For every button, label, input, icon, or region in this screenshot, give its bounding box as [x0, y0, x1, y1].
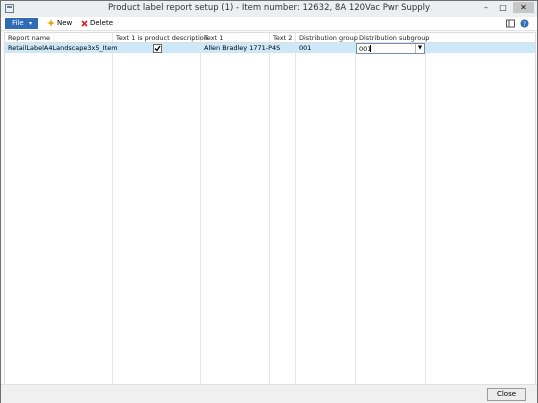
new-button-label: New	[57, 19, 73, 27]
cell-text1[interactable]: Allen Bradley 1771-P4S	[204, 44, 280, 52]
grid-header: Report name Text 1 is product descriptio…	[5, 33, 535, 43]
column-header-distribution-subgroup[interactable]: Distribution subgroup	[359, 34, 430, 42]
delete-x-icon	[81, 19, 88, 27]
file-menu-button[interactable]: File ▾	[5, 18, 38, 29]
column-header-distribution-group[interactable]: Distribution group	[299, 34, 358, 42]
checkmark-icon	[154, 45, 161, 52]
new-button[interactable]: New	[47, 18, 72, 29]
column-divider	[112, 33, 113, 384]
footer-bar: Close	[1, 384, 537, 403]
grid-layout-icon[interactable]	[506, 18, 515, 29]
close-button[interactable]: Close	[487, 388, 526, 401]
maximize-button[interactable]: □	[496, 2, 510, 13]
column-header-text2[interactable]: Text 2	[273, 34, 292, 42]
distribution-subgroup-field[interactable]: 001 ▼	[356, 43, 425, 54]
delete-button[interactable]: Delete	[81, 18, 113, 29]
delete-button-label: Delete	[90, 19, 113, 27]
cell-report-name[interactable]: RetailLabelA4Landscape3x5_Item	[8, 44, 118, 52]
cell-distribution-group[interactable]: 001	[299, 44, 311, 52]
column-header-text1-is-product-description[interactable]: Text 1 is product description	[116, 34, 208, 42]
chevron-down-icon: ▾	[29, 20, 33, 27]
column-divider	[425, 33, 426, 384]
report-setup-grid: Report name Text 1 is product descriptio…	[4, 32, 536, 385]
column-header-text1[interactable]: Text 1	[204, 34, 223, 42]
minimize-button[interactable]: –	[479, 2, 493, 13]
action-pane: File ▾ New Delete ?	[1, 17, 537, 31]
product-description-checkbox[interactable]	[153, 44, 162, 53]
close-window-button[interactable]: ✕	[513, 2, 534, 13]
new-sparkle-icon	[47, 19, 55, 27]
text-cursor	[370, 45, 371, 52]
title-bar: Product label report setup (1) - Item nu…	[1, 1, 537, 18]
column-divider	[200, 33, 201, 384]
column-divider	[355, 33, 356, 384]
chevron-down-icon[interactable]: ▼	[415, 44, 424, 53]
column-divider	[269, 33, 270, 384]
table-row[interactable]: RetailLabelA4Landscape3x5_Item Allen Bra…	[5, 43, 535, 54]
column-header-report-name[interactable]: Report name	[8, 34, 50, 42]
file-menu-label: File	[12, 19, 24, 27]
window-title: Product label report setup (1) - Item nu…	[107, 3, 431, 13]
svg-text:?: ?	[523, 21, 526, 28]
dialog-window: Product label report setup (1) - Item nu…	[0, 0, 538, 403]
column-divider	[295, 33, 296, 384]
help-icon[interactable]: ?	[520, 18, 529, 29]
